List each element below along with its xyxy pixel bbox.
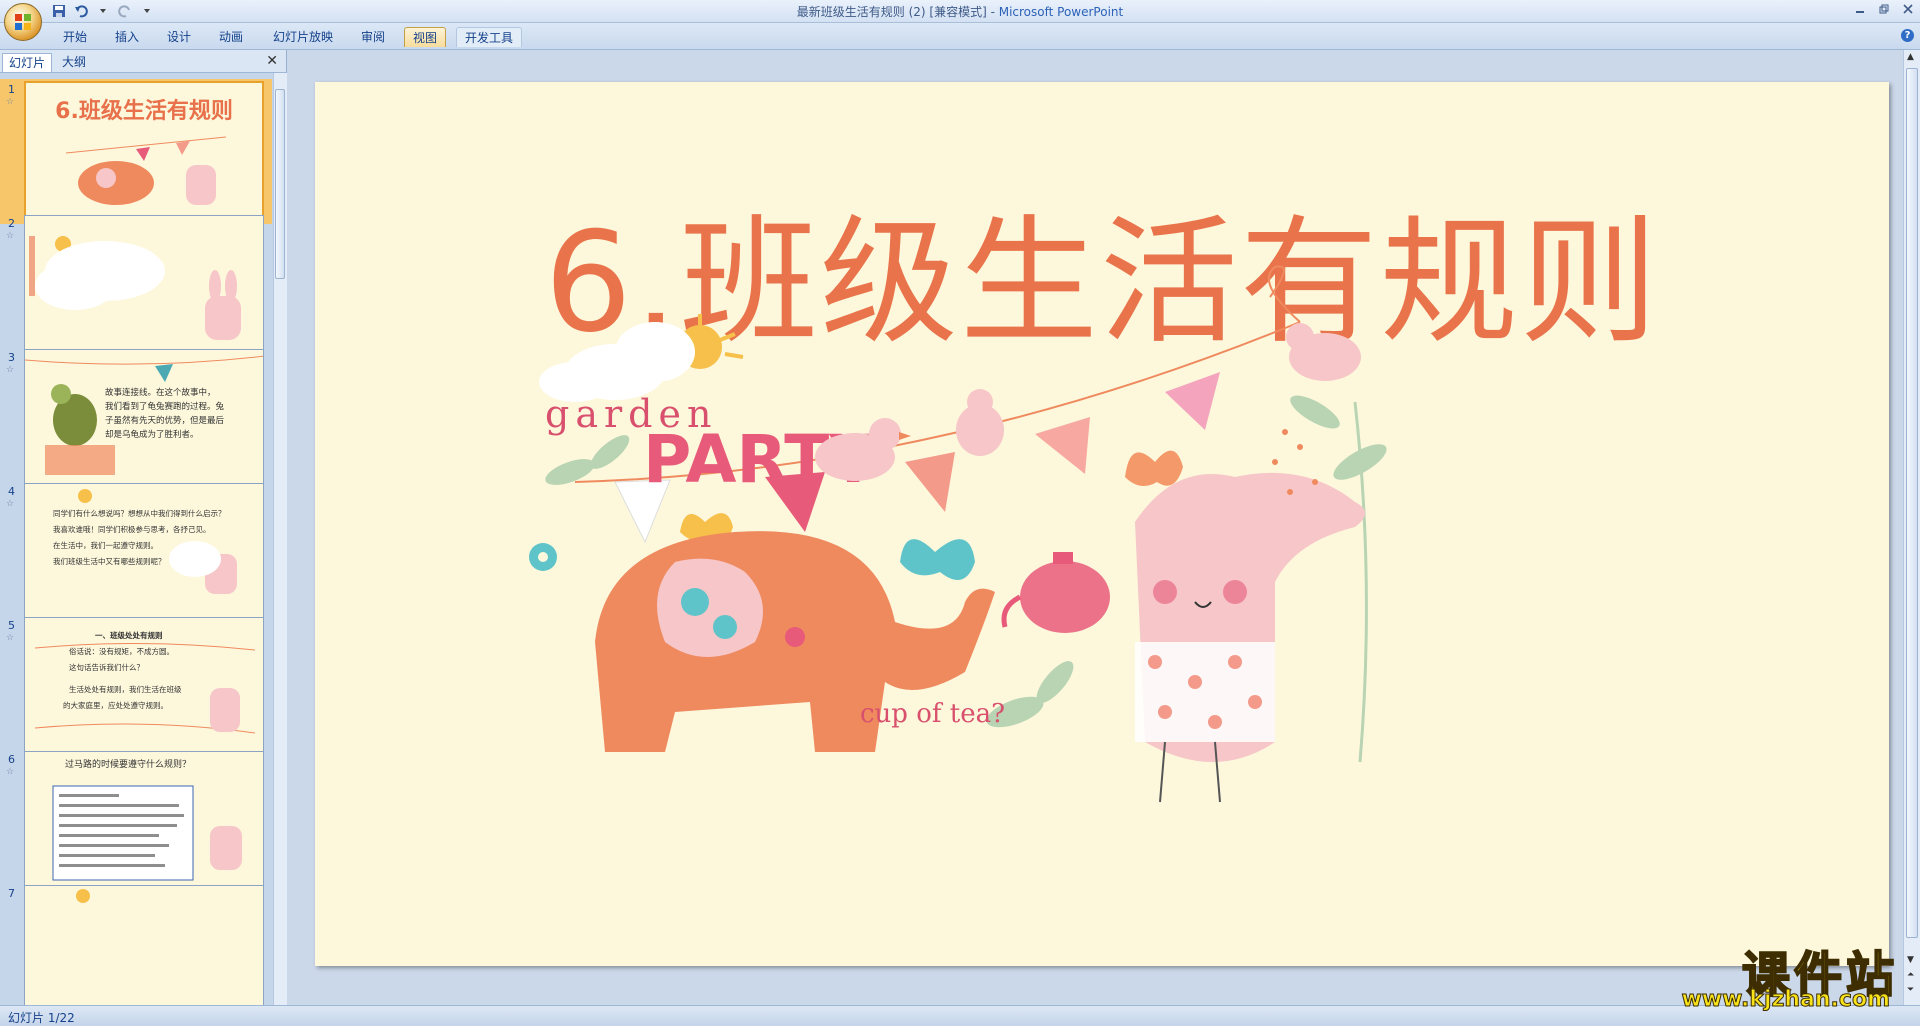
tab-insert[interactable]: 插入 (110, 27, 144, 47)
thumbnail (24, 215, 264, 352)
scrollbar-thumb[interactable] (275, 89, 285, 279)
tab-outline[interactable]: 大纲 (56, 53, 92, 71)
thumb-line: 我喜欢谁哦！同学们积极参与思考，各抒己见。 (53, 525, 211, 534)
panel-close-icon[interactable]: ✕ (266, 53, 278, 69)
slide-thumb-4[interactable]: 4 ☆ 同学们有什么想说吗？想想从中我们得到什么启示？ 我喜欢谁哦！同学们积极参… (0, 481, 272, 626)
scrollbar-thumb[interactable] (1906, 68, 1918, 938)
help-icon[interactable]: ? (1901, 29, 1914, 42)
thumbnail: 一、班级处处有规则 俗话说：没有规矩，不成方圆。 这句话告诉我们什么？ 生活处处… (24, 617, 264, 754)
thumbnail: 同学们有什么想说吗？想想从中我们得到什么启示？ 我喜欢谁哦！同学们积极参与思考，… (24, 483, 264, 620)
office-logo-icon (15, 14, 31, 30)
thumbnail (24, 885, 264, 1005)
slide-editor: 6.班级生活有规则 garden PARTY cup of tea? (287, 50, 1903, 1005)
panel-tab-bar: 幻灯片 大纲 ✕ (0, 50, 286, 73)
title-bar: 最新班级生活有规则 (2) [兼容模式] - Microsoft PowerPo… (0, 0, 1920, 23)
slide-thumb-1[interactable]: 1 ☆ 6.班级生活有规则 (0, 79, 272, 224)
office-button[interactable] (4, 3, 42, 41)
slide-number: 1 (8, 83, 15, 96)
thumbnail: 故事连接线。在这个故事中， 我们看到了龟兔赛跑的过程。兔 子虽然有先天的优势，但… (24, 349, 264, 486)
tab-review[interactable]: 审阅 (356, 27, 390, 47)
slide-canvas[interactable]: 6.班级生活有规则 garden PARTY cup of tea? (315, 82, 1889, 966)
cup-of-tea-text: cup of tea? (860, 699, 1005, 729)
thumb-heading: 一、班级处处有规则 (95, 631, 163, 640)
thumb-line: 俗话说：没有规矩，不成方圆。 (69, 647, 174, 656)
minimize-icon[interactable] (1852, 2, 1868, 16)
transition-star-icon: ☆ (6, 633, 15, 643)
transition-star-icon: ☆ (6, 97, 15, 107)
thumb-line: 子虽然有先天的优势，但是最后 (105, 416, 225, 426)
thumb-illustration (29, 236, 241, 340)
restore-icon[interactable] (1876, 2, 1892, 16)
thumb-line: 我们看到了龟兔赛跑的过程。兔 (105, 402, 225, 412)
tab-developer[interactable]: 开发工具 (456, 27, 522, 47)
slide-number: 2 (8, 217, 15, 230)
slide-thumb-3[interactable]: 3 ☆ 故事连接线。在这个故事中， 我们看到了龟兔赛跑的过程。兔 子虽然有先天的… (0, 347, 272, 492)
cloud-icon (539, 322, 695, 402)
transition-star-icon: ☆ (6, 499, 15, 509)
thumbnail: 6.班级生活有规则 (24, 81, 264, 218)
teapot-icon (1001, 552, 1110, 633)
tab-slideshow[interactable]: 幻灯片放映 (268, 27, 338, 47)
tab-view[interactable]: 视图 (404, 27, 446, 47)
slide-counter: 幻灯片 1/22 (8, 1011, 75, 1025)
thumbnail-list: 1 ☆ 6.班级生活有规则 2 ☆ 3 ☆ 故事连接线。在这个故事中， 我们看到… (0, 73, 272, 1005)
watermark-url: www.kjzhan.com (1681, 987, 1891, 1013)
bird-icon (1286, 323, 1361, 381)
app-name: Microsoft PowerPoint (998, 5, 1124, 19)
slide-number: 7 (8, 887, 15, 900)
thumb-line: 生活处处有规则，我们生活在班级 (69, 685, 182, 694)
slide-thumb-7[interactable]: 7 (0, 883, 272, 1005)
window-title: 最新班级生活有规则 (2) [兼容模式] - Microsoft PowerPo… (0, 3, 1920, 20)
tab-design[interactable]: 设计 (162, 27, 196, 47)
scroll-up-icon[interactable]: ▲ (1907, 52, 1914, 62)
window-controls (1852, 2, 1916, 16)
thumb-line: 这句话告诉我们什么？ (69, 663, 144, 672)
thumb-illustration (76, 889, 90, 903)
slide-scrollbar[interactable]: ▲ ▼ ⏶ ⏷ (1903, 50, 1920, 1005)
transition-star-icon: ☆ (6, 365, 15, 375)
tab-animations[interactable]: 动画 (214, 27, 248, 47)
butterfly-icon (1125, 450, 1183, 486)
scroll-down-icon[interactable]: ▼ (1907, 955, 1914, 965)
watermark: 课件站 www.kjzhan.com (1658, 935, 1898, 1013)
slide-thumb-5[interactable]: 5 ☆ 一、班级处处有规则 俗话说：没有规矩，不成方圆。 这句话告诉我们什么？ … (0, 615, 272, 760)
slide-number: 4 (8, 485, 15, 498)
thumb-line: 在生活中，我们一起遵守规则。 (53, 541, 158, 550)
butterfly-icon (900, 539, 975, 580)
slides-panel: 幻灯片 大纲 ✕ 1 ☆ 6.班级生活有规则 2 ☆ 3 ☆ 故事连接线。在这个… (0, 50, 287, 1005)
ribbon-tab-bar: 开始 插入 设计 动画 幻灯片放映 审阅 视图 开发工具 (0, 23, 1920, 50)
next-slide-icon[interactable]: ⏷ (1907, 985, 1914, 995)
slide-number: 5 (8, 619, 15, 632)
tab-home[interactable]: 开始 (58, 27, 92, 47)
slide-thumb-6[interactable]: 6 ☆ 过马路的时候要遵守什么规则？ (0, 749, 272, 894)
thumb-line: 同学们有什么想说吗？想想从中我们得到什么启示？ (53, 509, 226, 518)
close-icon[interactable] (1900, 2, 1916, 16)
slide-illustration[interactable]: garden PARTY cup of tea? (315, 82, 1889, 966)
status-bar: 幻灯片 1/22 (0, 1005, 1920, 1026)
slide-number: 3 (8, 351, 15, 364)
thumb-line: 的大家庭里，应处处遵守规则。 (63, 701, 168, 710)
bird-icon (956, 389, 1004, 456)
thumb-line: 我们班级生活中又有哪些规则呢？ (53, 557, 166, 566)
flower-icon (529, 543, 557, 571)
transition-star-icon: ☆ (6, 767, 15, 777)
thumb-illustration (52, 785, 242, 881)
thumb-line: 故事连接线。在这个故事中， (105, 388, 216, 398)
thumbnail-scrollbar[interactable] (273, 73, 287, 1005)
transition-star-icon: ☆ (6, 231, 15, 241)
document-title: 最新班级生活有规则 (2) [兼容模式] - (796, 5, 999, 19)
thumb-illustration (65, 136, 227, 205)
thumb-line: 却是乌龟成为了胜利者。 (105, 430, 199, 440)
previous-slide-icon[interactable]: ⏶ (1907, 970, 1914, 980)
bunny-illustration (1135, 472, 1365, 803)
slide-number: 6 (8, 753, 15, 766)
thumbnail: 过马路的时候要遵守什么规则？ (24, 751, 264, 888)
slide-thumb-2[interactable]: 2 ☆ (0, 213, 272, 358)
tab-slides[interactable]: 幻灯片 (2, 53, 53, 72)
